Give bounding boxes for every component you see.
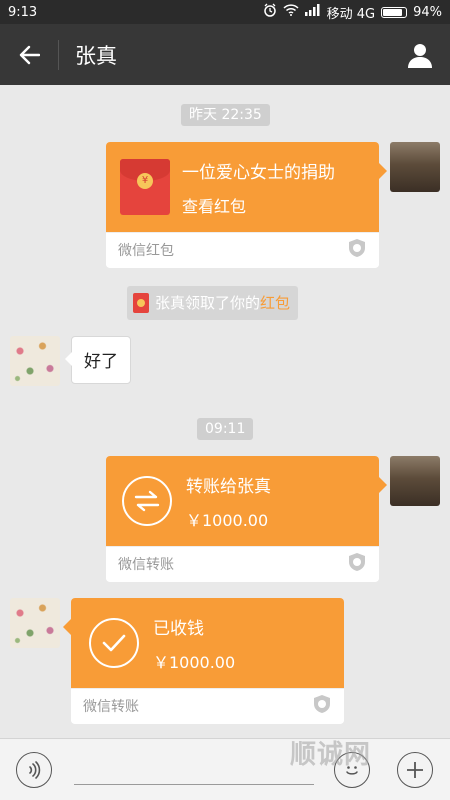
chat-header: 张真 [0, 24, 450, 85]
wechat-pay-icon [312, 694, 332, 718]
red-packet-card[interactable]: ¥ 一位爱心女士的捐助 查看红包 微信红包 [106, 142, 379, 268]
alarm-icon [263, 3, 277, 21]
transfer-card[interactable]: 转账给张真 ￥1000.00 微信转账 [106, 456, 379, 582]
voice-icon [29, 761, 41, 779]
bubble-tail [379, 477, 387, 493]
transfer-title: 转账给张真 [186, 476, 271, 497]
received-amount: ￥1000.00 [153, 652, 236, 672]
received-footer: 微信转账 [83, 699, 139, 715]
red-packet-action: 查看红包 [182, 196, 247, 216]
page-title: 张真 [75, 43, 117, 68]
voice-button[interactable] [16, 752, 52, 788]
person-icon [408, 43, 432, 68]
transfer-footer: 微信转账 [118, 557, 174, 573]
red-envelope-small-icon [133, 293, 149, 313]
timestamp-chip: 昨天 22:35 [181, 104, 270, 126]
bubble-tail [63, 619, 71, 635]
red-envelope-icon: ¥ [120, 159, 170, 215]
smiley-icon [346, 766, 358, 775]
wechat-pay-icon [347, 238, 367, 262]
plus-icon [407, 762, 423, 778]
status-bar: 9:13 移动 4G 94% [0, 0, 450, 24]
red-packet-title: 一位爱心女士的捐助 [182, 162, 335, 183]
checkmark-icon [89, 618, 139, 668]
notice-text: 张真领取了你的 [155, 294, 261, 312]
system-notice: 张真领取了你的红包 [127, 286, 299, 320]
carrier-label: 移动 4G [326, 6, 376, 22]
avatar-self[interactable] [390, 142, 440, 192]
avatar-contact[interactable] [10, 336, 60, 386]
back-button[interactable] [0, 24, 58, 85]
notice-red-packet-link[interactable]: 红包 [260, 294, 290, 312]
message-bubble[interactable]: 好了 [71, 336, 131, 384]
back-arrow-icon [19, 45, 40, 64]
message-input[interactable] [74, 755, 314, 785]
wechat-pay-icon [347, 552, 367, 576]
received-card[interactable]: 已收钱 ￥1000.00 微信转账 [71, 598, 344, 724]
bubble-tail [65, 352, 72, 366]
status-time: 9:13 [8, 4, 38, 20]
wifi-icon [283, 4, 299, 20]
battery-icon [381, 6, 408, 18]
red-packet-footer: 微信红包 [118, 243, 174, 259]
transfer-arrows-icon [122, 476, 172, 526]
emoji-button[interactable] [334, 752, 370, 788]
battery-percent: 94% [413, 4, 442, 20]
bubble-tail [379, 163, 387, 179]
signal-icon [304, 4, 321, 20]
chat-info-button[interactable] [390, 24, 450, 85]
avatar-self[interactable] [390, 456, 440, 506]
input-bar [0, 738, 450, 800]
plus-button[interactable] [397, 752, 433, 788]
avatar-contact[interactable] [10, 598, 60, 648]
timestamp-chip: 09:11 [197, 418, 254, 440]
received-title: 已收钱 [153, 618, 204, 639]
transfer-amount: ￥1000.00 [186, 510, 269, 530]
